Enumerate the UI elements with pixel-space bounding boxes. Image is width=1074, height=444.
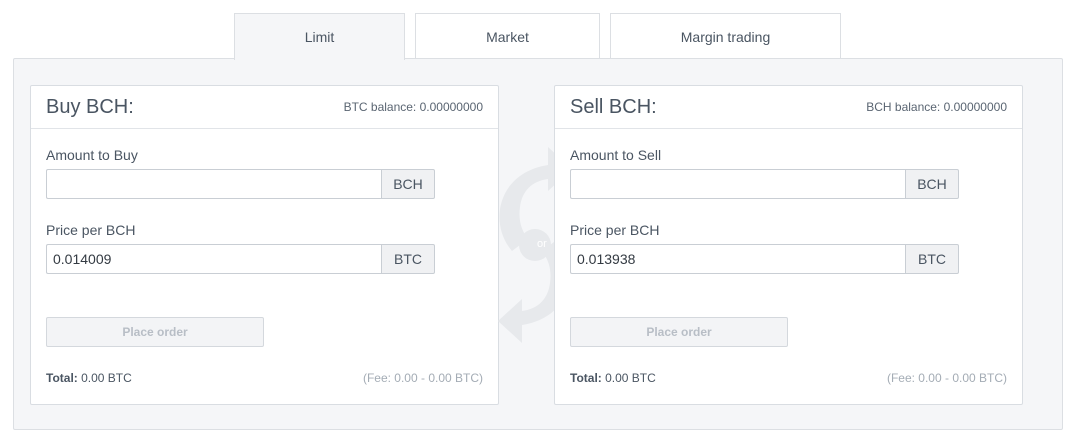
buy-price-group: BTC — [46, 244, 435, 274]
sell-price-group: BTC — [570, 244, 959, 274]
sell-amount-label: Amount to Sell — [570, 147, 662, 163]
buy-place-order-button[interactable]: Place order — [46, 317, 264, 347]
btc-balance: BTC balance: 0.00000000 — [343, 100, 483, 114]
buy-card: Buy BCH: BTC balance: 0.00000000 Amount … — [30, 85, 499, 405]
sell-amount-group: BCH — [570, 169, 959, 199]
buy-total-value: 0.00 BTC — [77, 371, 132, 385]
tab-limit[interactable]: Limit — [234, 13, 405, 60]
sell-card-header: Sell BCH: BCH balance: 0.00000000 — [555, 86, 1022, 129]
buy-price-input[interactable] — [46, 244, 381, 274]
bch-balance: BCH balance: 0.00000000 — [866, 100, 1007, 114]
order-type-tabs: Limit Market Margin trading — [0, 13, 1074, 60]
buy-price-unit: BTC — [381, 244, 435, 274]
buy-fee: (Fee: 0.00 - 0.00 BTC) — [362, 371, 483, 385]
sell-price-input[interactable] — [570, 244, 905, 274]
buy-amount-group: BCH — [46, 169, 435, 199]
sell-place-order-button[interactable]: Place order — [570, 317, 788, 347]
buy-amount-input[interactable] — [46, 169, 381, 199]
buy-card-header: Buy BCH: BTC balance: 0.00000000 — [31, 86, 498, 129]
sell-fee: (Fee: 0.00 - 0.00 BTC) — [886, 371, 1007, 385]
buy-price-label: Price per BCH — [46, 222, 136, 238]
sell-title: Sell BCH: — [570, 95, 657, 118]
sell-total-label: Total: — [570, 371, 602, 385]
sell-price-label: Price per BCH — [570, 222, 660, 238]
buy-title: Buy BCH: — [46, 95, 134, 118]
tab-market[interactable]: Market — [415, 13, 600, 59]
sell-amount-unit: BCH — [905, 169, 959, 199]
tab-margin-trading[interactable]: Margin trading — [610, 13, 841, 59]
buy-total-label: Total: — [46, 371, 78, 385]
sell-price-unit: BTC — [905, 244, 959, 274]
sell-total-value: 0.00 BTC — [601, 371, 656, 385]
buy-amount-label: Amount to Buy — [46, 147, 138, 163]
order-panel: Buy BCH: BTC balance: 0.00000000 Amount … — [13, 58, 1063, 430]
sell-total: Total: 0.00 BTC — [570, 371, 656, 385]
sell-card: Sell BCH: BCH balance: 0.00000000 Amount… — [554, 85, 1023, 405]
buy-amount-unit: BCH — [381, 169, 435, 199]
buy-total: Total: 0.00 BTC — [46, 371, 132, 385]
sell-amount-input[interactable] — [570, 169, 905, 199]
